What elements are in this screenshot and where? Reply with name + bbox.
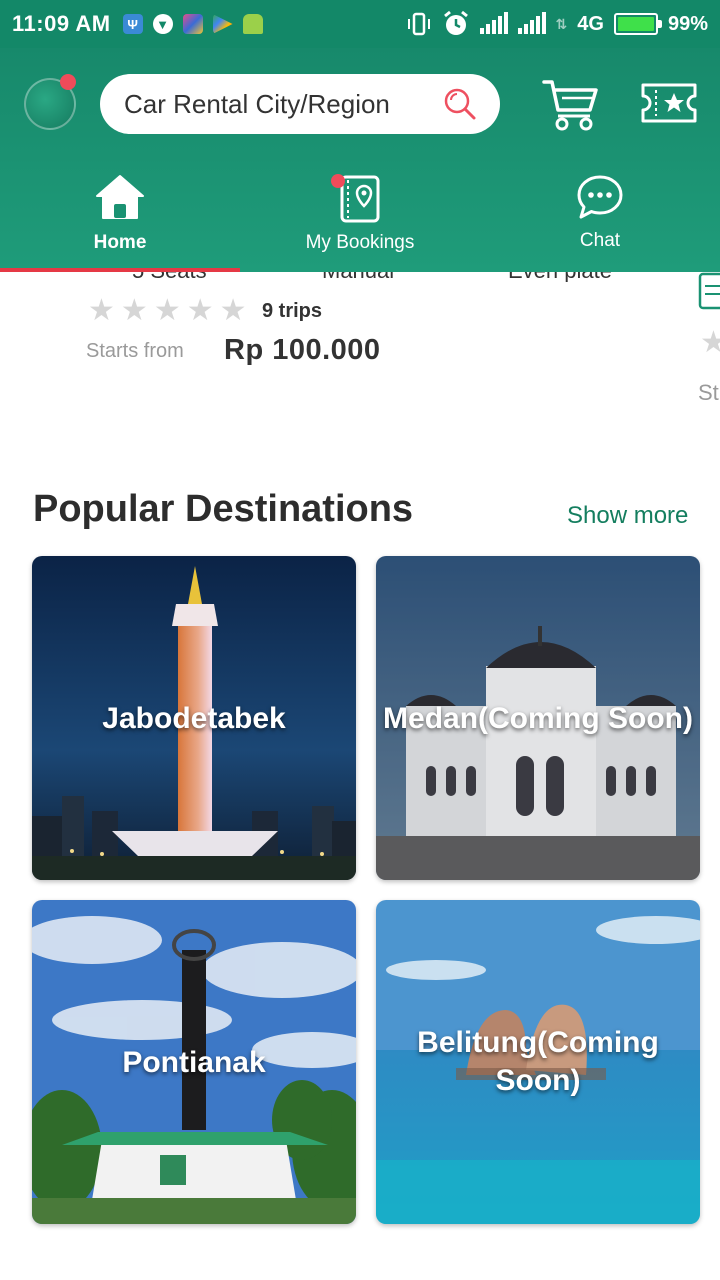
destination-label: Jabodetabek	[102, 702, 286, 735]
star-icon: ★	[700, 326, 720, 359]
destination-card-medan[interactable]: Medan(Coming Soon)	[376, 556, 700, 880]
transmission-info: Manual	[282, 272, 422, 282]
android-icon	[242, 14, 263, 34]
ticket-star-icon[interactable]	[640, 82, 698, 124]
search-icon[interactable]	[442, 86, 478, 122]
star-icon: ★	[153, 294, 181, 327]
tab-chat[interactable]: Chat	[480, 170, 720, 270]
data-arrows-icon: ⇅	[555, 15, 568, 32]
destination-label: Pontianak	[122, 1046, 266, 1079]
vibrate-icon	[407, 12, 430, 36]
car-price: Rp 100.000	[224, 334, 381, 366]
status-bar: 11:09 AM Ψ ▼ ⇅ 4G 99%	[0, 0, 720, 48]
search-input[interactable]: Car Rental City/Region	[124, 89, 442, 120]
avatar-notification-dot	[60, 74, 76, 90]
play-store-icon	[212, 14, 233, 34]
next-card-starts-label: St	[698, 380, 719, 405]
transmission-label: Manual	[322, 272, 394, 282]
show-more-link[interactable]: Show more	[567, 502, 688, 530]
seats-label: 5 Seats	[132, 272, 207, 282]
alarm-icon	[443, 10, 468, 35]
destination-label: Medan(Coming Soon)	[383, 702, 693, 735]
destination-card-belitung[interactable]: Belitung(Coming Soon)	[376, 900, 700, 1224]
notification-icons: Ψ ▼	[122, 14, 263, 34]
bookings-notification-dot	[331, 174, 345, 188]
app-notification-icon: Ψ	[122, 14, 143, 34]
battery-percent: 99%	[667, 12, 708, 35]
vpn-notification-icon: ▼	[152, 14, 173, 34]
document-icon	[698, 272, 720, 310]
rating-stars: ★ ★ ★ ★ ★	[88, 296, 247, 326]
plate-label: Even plate	[508, 272, 612, 282]
tab-my-bookings[interactable]: My Bookings	[240, 170, 480, 270]
status-right: ⇅ 4G 99%	[406, 10, 708, 38]
game-notification-icon	[182, 14, 203, 34]
star-icon: ★	[219, 294, 247, 327]
tab-home[interactable]: Home	[0, 170, 240, 270]
tab-my-bookings-label: My Bookings	[305, 232, 415, 253]
star-icon: ★	[120, 294, 148, 327]
tab-chat-label: Chat	[579, 230, 621, 251]
destination-card-pontianak[interactable]: Pontianak	[32, 900, 356, 1224]
starts-from-label: Starts from	[86, 340, 184, 362]
trips-count: 9 trips	[262, 300, 323, 322]
chat-icon	[577, 175, 623, 219]
plate-info: Even plate	[460, 272, 640, 282]
signal-icon-2	[517, 12, 546, 34]
destination-card-jabodetabek[interactable]: Jabodetabek	[32, 556, 356, 880]
status-time: 11:09 AM	[12, 11, 111, 36]
signal-icon	[479, 12, 508, 34]
cart-icon[interactable]	[540, 74, 600, 134]
home-icon	[96, 175, 144, 219]
network-type: 4G	[577, 12, 604, 35]
app-screen: 11:09 AM Ψ ▼ ⇅ 4G 99% Car Rental City/Re…	[0, 0, 720, 1280]
star-icon: ★	[186, 294, 214, 327]
section-title: Popular Destinations	[33, 488, 414, 530]
seats-info: 5 Seats	[86, 272, 246, 282]
destination-label: Belitung(Coming Soon)	[417, 1026, 659, 1097]
battery-icon	[613, 13, 662, 35]
search-bar[interactable]: Car Rental City/Region	[100, 74, 500, 134]
battery-level	[617, 17, 654, 31]
app-header: Car Rental City/Region Home My Bookings …	[0, 48, 720, 272]
tab-home-label: Home	[93, 232, 147, 253]
star-icon: ★	[88, 294, 115, 327]
